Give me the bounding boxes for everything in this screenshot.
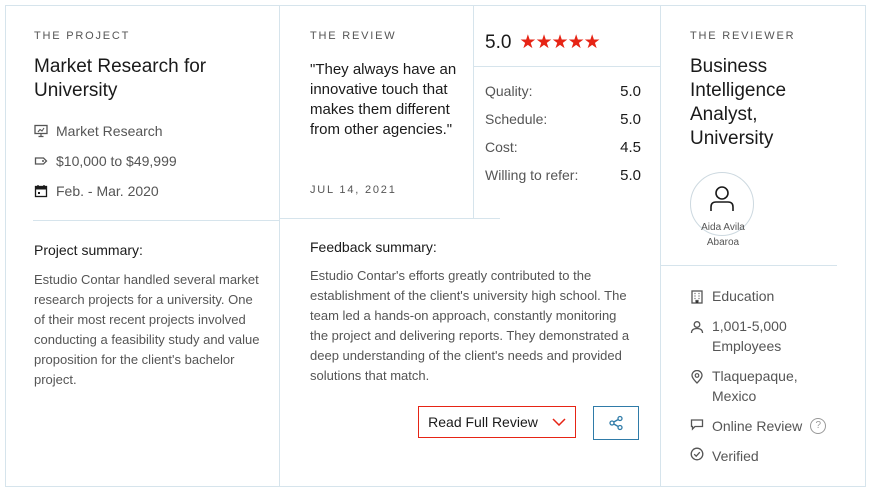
project-dates-label: Feb. - Mar. 2020 [56, 183, 159, 199]
person-icon [690, 321, 704, 334]
reviewer-industry: Education [690, 286, 774, 309]
project-service-label: Market Research [56, 123, 163, 139]
project-dates: Feb. - Mar. 2020 [34, 183, 159, 199]
reviewer-employees-label: 1,001-5,000 Employees [712, 318, 787, 354]
divider-feedback [280, 218, 500, 219]
score-label: Schedule: [485, 111, 548, 127]
chat-bubble-icon [690, 419, 704, 431]
reviewer-verified: Verified [690, 446, 759, 466]
location-pin-icon [691, 369, 703, 384]
review-quote: "They always have an innovative touch th… [310, 61, 457, 138]
reviewer-location-label: Tlaquepaque, Mexico [712, 368, 798, 404]
project-budget: $10,000 to $49,999 [34, 153, 177, 169]
user-icon [710, 186, 734, 211]
presentation-icon [34, 124, 48, 138]
score-row-cost: Cost: 4.5 [485, 139, 641, 156]
reviewer-eyebrow: THE REVIEWER [690, 30, 796, 42]
reviewer-title: Business Intelligence Analyst, Universit… [690, 56, 787, 149]
score-label: Willing to refer: [485, 167, 579, 183]
score-value: 5.0 [620, 83, 641, 100]
reviewer-review-type-label: Online Review [712, 418, 803, 434]
reviewer-industry-label: Education [712, 288, 775, 304]
project-budget-label: $10,000 to $49,999 [56, 153, 177, 169]
reviewer-verified-label: Verified [712, 448, 759, 464]
building-icon [691, 290, 703, 304]
review-eyebrow: THE REVIEW [310, 30, 397, 42]
read-full-review-button[interactable]: Read Full Review [418, 406, 576, 438]
reviewer-review-type: Online Review ? [690, 416, 827, 436]
overall-rating-value: 5.0 [485, 31, 512, 53]
project-summary-text: Estudio Contar handled several market re… [34, 272, 260, 387]
divider-review-reviewer [660, 6, 661, 486]
star-icon: ★ [519, 32, 536, 53]
project-summary-title: Project summary: [34, 242, 143, 258]
score-value: 5.0 [620, 111, 641, 128]
price-tag-icon [34, 157, 48, 165]
divider-reviewer-meta [661, 265, 837, 266]
check-circle-icon [690, 447, 704, 461]
star-icon: ★ [551, 32, 569, 53]
score-row-quality: Quality: 5.0 [485, 83, 641, 100]
share-button[interactable] [593, 406, 639, 440]
read-full-review-label: Read Full Review [428, 414, 538, 430]
feedback-summary-title: Feedback summary: [310, 239, 437, 255]
project-service: Market Research [34, 123, 163, 139]
divider-score-top [473, 66, 660, 67]
score-value: 5.0 [620, 167, 641, 184]
score-row-willing-to-refer: Willing to refer: 5.0 [485, 167, 641, 184]
star-icon: ★ [567, 32, 585, 53]
score-value: 4.5 [620, 139, 641, 156]
reviewer-location: Tlaquepaque, Mexico [690, 366, 810, 406]
star-icon: ★ [535, 32, 552, 53]
overall-rating: 5.0 ★★★★★ [485, 31, 601, 54]
divider-project-summary [33, 220, 279, 221]
star-icon: ★ [583, 32, 601, 53]
score-row-schedule: Schedule: 5.0 [485, 111, 641, 128]
feedback-summary-text: Estudio Contar's efforts greatly contrib… [310, 268, 630, 383]
share-icon [609, 415, 623, 431]
review-date: JUL 14, 2021 [310, 184, 397, 196]
score-label: Quality: [485, 83, 533, 99]
calendar-icon [34, 185, 48, 198]
reviewer-name: Aida Avila Abaroa [701, 222, 745, 248]
divider-score-left [473, 66, 474, 219]
chevron-down-icon [552, 418, 566, 426]
project-title: Market Research for University [34, 56, 207, 101]
star-rating: ★★★★★ [519, 31, 601, 54]
project-eyebrow: THE PROJECT [34, 30, 131, 42]
reviewer-employees: 1,001-5,000 Employees [690, 316, 800, 356]
divider-project-review [279, 6, 280, 486]
help-icon[interactable]: ? [810, 418, 827, 434]
score-label: Cost: [485, 139, 518, 155]
divider-score-header [473, 6, 474, 66]
